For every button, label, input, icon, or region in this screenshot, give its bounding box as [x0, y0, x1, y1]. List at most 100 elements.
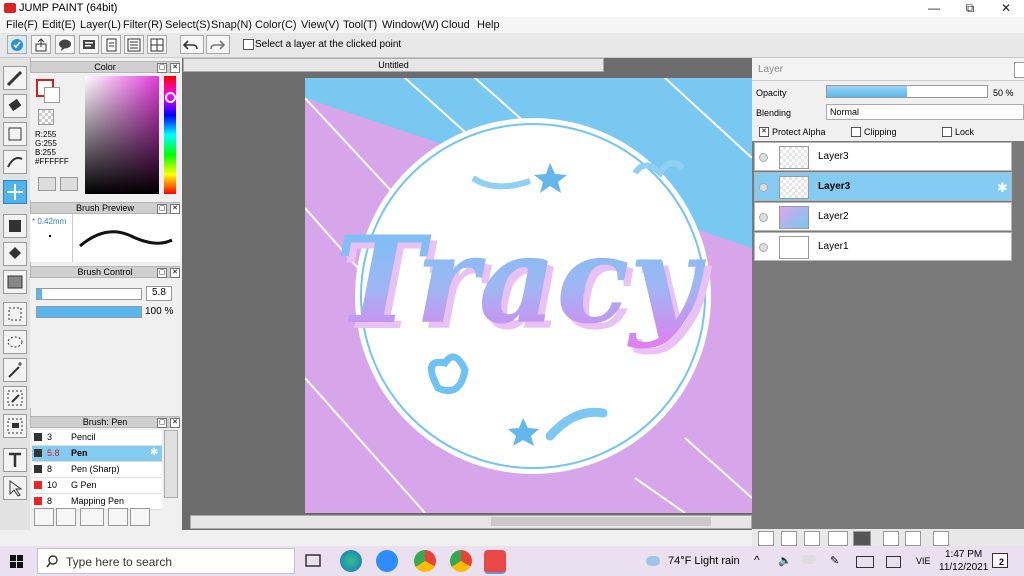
secondary-color-swatch[interactable] — [44, 87, 60, 103]
zoom-icon[interactable] — [376, 550, 398, 572]
palette-button[interactable] — [38, 177, 56, 191]
transfer-icon[interactable] — [905, 531, 921, 546]
brush-tool[interactable] — [3, 66, 27, 90]
protect-alpha-checkbox[interactable]: ✕ — [759, 127, 769, 137]
comment-button[interactable] — [55, 35, 75, 54]
menu-filter[interactable]: Filter(R) — [123, 19, 163, 31]
drawing-canvas[interactable]: Tracy Tracy — [305, 78, 752, 513]
redo-button[interactable] — [206, 35, 230, 54]
menu-help[interactable]: Help — [477, 19, 500, 31]
saturation-value-picker[interactable] — [85, 76, 159, 194]
clock-date[interactable]: 11/12/2021 — [939, 562, 988, 573]
brush-folder-button[interactable] — [130, 508, 150, 526]
menu-color[interactable]: Color(C) — [255, 19, 297, 31]
visibility-eye-icon[interactable] — [759, 213, 768, 222]
select-layer-checkbox[interactable] — [243, 39, 254, 50]
layer-panel-menu-icon[interactable] — [1014, 62, 1024, 78]
pen-icon[interactable]: ✎ — [830, 554, 839, 567]
brush-opacity-slider[interactable] — [36, 306, 142, 318]
add-layer-menu-icon[interactable] — [828, 531, 848, 546]
brush-list-item[interactable]: 8 Pen (Sharp) — [32, 462, 162, 478]
document-tab[interactable]: Untitled — [183, 58, 604, 72]
menu-edit[interactable]: Edit(E) — [42, 19, 76, 31]
brush-list-item[interactable]: 3 Pencil — [32, 430, 162, 446]
volume-icon[interactable]: 🔈 — [778, 554, 792, 567]
clipping-checkbox[interactable] — [851, 127, 861, 137]
blending-select[interactable]: Normal — [826, 104, 1024, 120]
copy-brush-button[interactable] — [108, 508, 128, 526]
taskbar-search[interactable]: Type here to search — [37, 548, 295, 574]
brush-list-item[interactable]: 10 G Pen — [32, 478, 162, 494]
keyboard-icon[interactable] — [856, 556, 874, 568]
brush-size-slider[interactable] — [36, 288, 142, 300]
bucket-tool[interactable] — [3, 242, 27, 266]
visibility-eye-icon[interactable] — [759, 183, 768, 192]
panel-float-icon[interactable]: ▢ — [157, 204, 167, 214]
text-tool[interactable] — [3, 448, 27, 472]
clock-time[interactable]: 1:47 PM — [945, 549, 982, 560]
copy-layer-icon[interactable] — [804, 531, 820, 546]
operation-tool[interactable] — [3, 476, 27, 500]
panel-float-icon[interactable]: ▢ — [157, 268, 167, 278]
maximize-button[interactable]: ⧉ — [952, 0, 988, 17]
horizontal-scrollbar[interactable] — [190, 515, 752, 529]
hue-handle[interactable] — [165, 92, 176, 103]
list-button[interactable] — [124, 35, 144, 54]
grid-button[interactable] — [147, 35, 167, 54]
trash-icon[interactable] — [933, 531, 949, 546]
brush-list-scrollbar[interactable] — [164, 430, 178, 498]
curve-tool[interactable] — [3, 150, 27, 174]
lasso-tool[interactable] — [3, 330, 27, 354]
select-pen-tool[interactable] — [3, 386, 27, 410]
minimize-button[interactable]: — — [916, 0, 952, 17]
new-brush-button[interactable] — [56, 508, 76, 526]
select-eraser-tool[interactable] — [3, 414, 27, 438]
gear-icon[interactable]: ✱ — [150, 447, 158, 458]
chrome-profile-icon[interactable] — [450, 550, 472, 572]
lock-checkbox[interactable] — [942, 127, 952, 137]
menu-layer[interactable]: Layer(L) — [80, 19, 121, 31]
move-tool[interactable] — [3, 180, 27, 204]
weather-icon[interactable] — [646, 556, 660, 566]
sync-button[interactable] — [7, 35, 27, 54]
eraser-tool[interactable] — [3, 94, 27, 118]
close-button[interactable]: ✕ — [988, 0, 1024, 17]
panel-close-icon[interactable]: ✕ — [170, 204, 180, 214]
menu-view[interactable]: View(V) — [301, 19, 339, 31]
new-layer-folder-icon[interactable] — [781, 531, 797, 546]
menu-tool[interactable]: Tool(T) — [343, 19, 377, 31]
layer-row[interactable]: Layer2 — [754, 202, 1012, 231]
input-language[interactable]: VIE — [916, 556, 931, 566]
undo-button[interactable] — [180, 35, 204, 54]
layer-row[interactable]: Layer3 — [754, 142, 1012, 171]
jump-paint-taskbar-icon[interactable] — [484, 550, 506, 574]
fill-rect-tool[interactable] — [3, 214, 27, 238]
menu-select[interactable]: Select(S) — [165, 19, 210, 31]
edge-icon[interactable] — [340, 550, 362, 572]
transparent-color-swatch[interactable] — [38, 109, 54, 125]
message-button[interactable] — [79, 35, 99, 54]
rect-select-tool[interactable] — [3, 302, 27, 326]
chevron-up-icon[interactable]: ^ — [754, 553, 760, 567]
menu-window[interactable]: Window(W) — [382, 19, 439, 31]
menu-snap[interactable]: Snap(N) — [211, 19, 252, 31]
windows-start-icon[interactable] — [10, 555, 23, 568]
visibility-eye-icon[interactable] — [759, 243, 768, 252]
cloud-icon[interactable] — [802, 555, 816, 564]
menu-cloud[interactable]: Cloud — [441, 19, 470, 31]
menu-file[interactable]: File(F) — [6, 19, 38, 31]
panel-close-icon[interactable]: ✕ — [170, 418, 180, 428]
gradient-tool[interactable] — [3, 270, 27, 294]
share-button[interactable] — [31, 35, 51, 54]
panel-close-icon[interactable]: ✕ — [170, 268, 180, 278]
layer-opacity-slider[interactable] — [826, 85, 988, 98]
panel-close-icon[interactable]: ✕ — [170, 63, 180, 73]
display-icon[interactable] — [886, 556, 901, 568]
brush-size-value[interactable]: 5.8 — [146, 286, 172, 301]
gear-icon[interactable]: ✱ — [997, 180, 1008, 196]
picker-button[interactable] — [60, 177, 78, 191]
layer-row[interactable]: Layer1 — [754, 232, 1012, 261]
merge-down-icon[interactable] — [883, 531, 899, 546]
layer-row[interactable]: Layer3 ✱ — [754, 172, 1012, 201]
brush-list-item[interactable]: 5.8 Pen ✱ — [32, 446, 162, 462]
